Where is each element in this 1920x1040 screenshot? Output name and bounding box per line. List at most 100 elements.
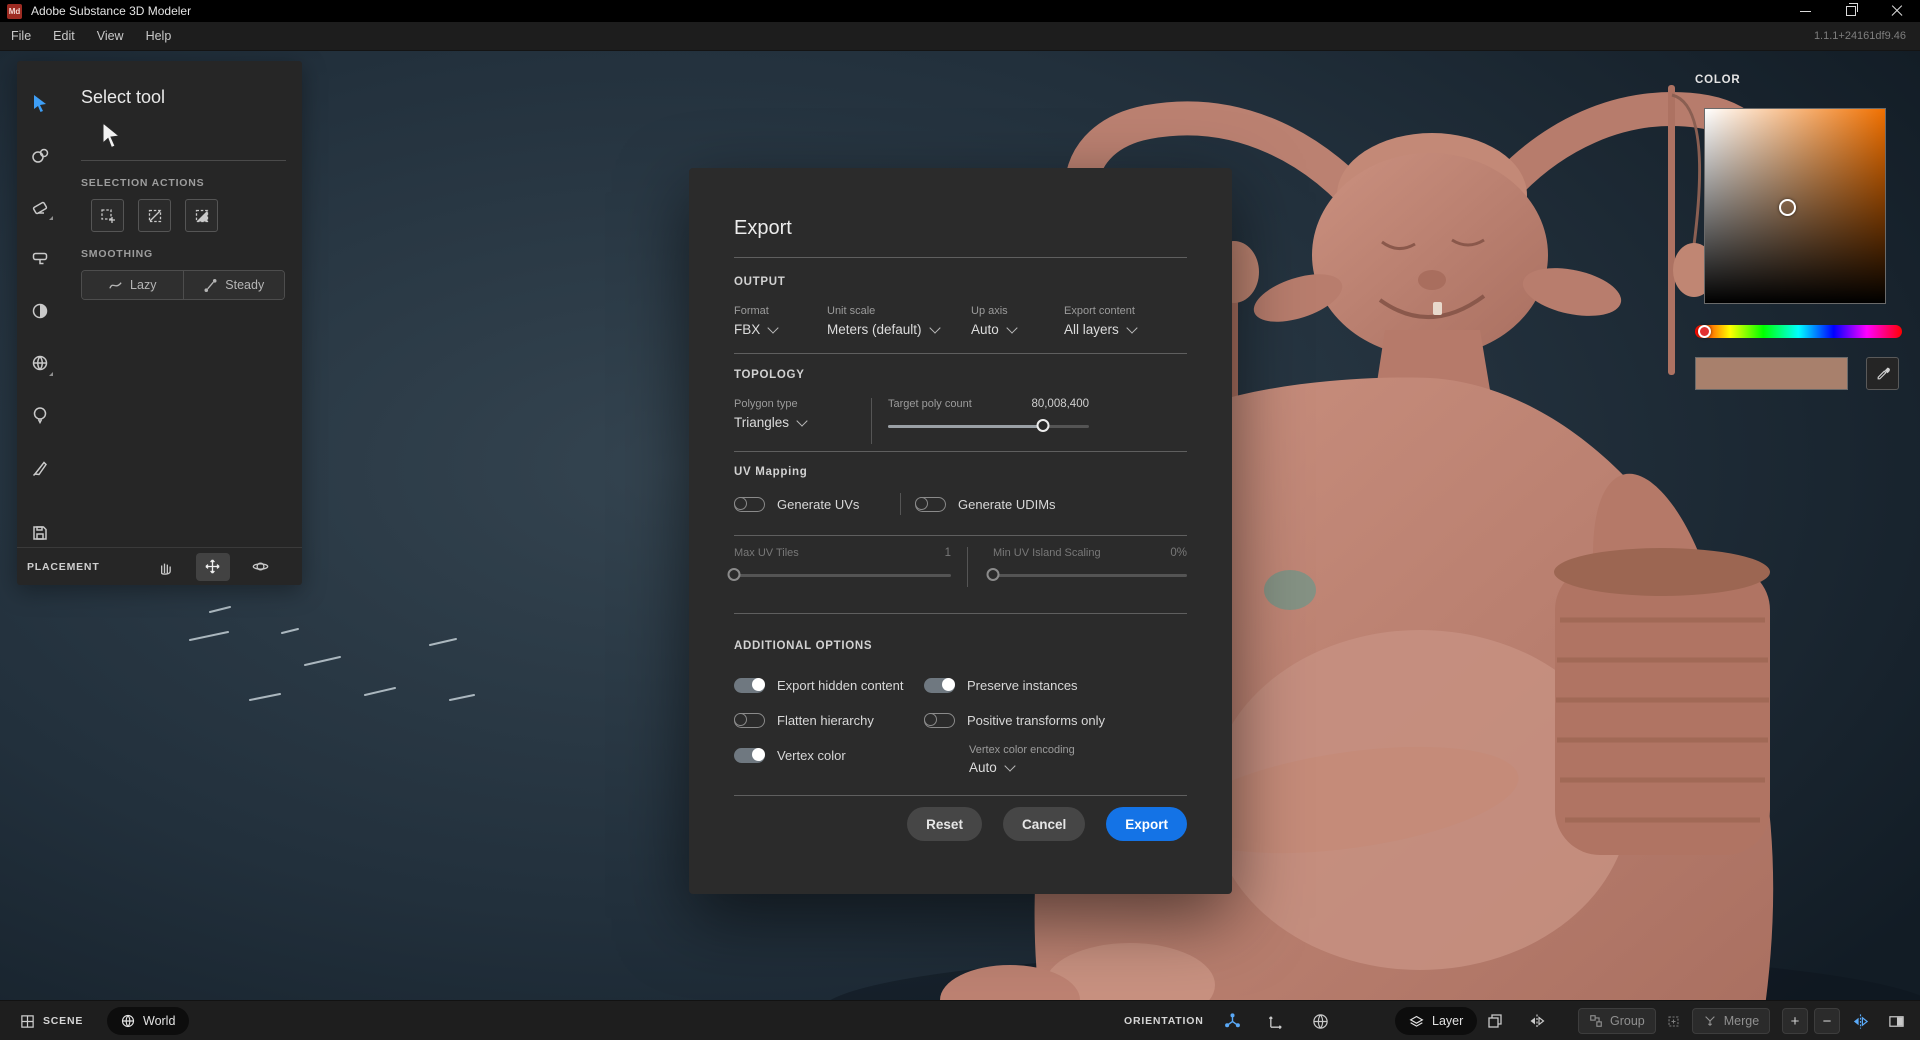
merge-button[interactable]: Merge — [1692, 1008, 1770, 1034]
chevron-down-icon — [1126, 322, 1137, 333]
status-bar: SCENE World ORIENTATION Layer — [0, 1000, 1920, 1040]
up-axis-dropdown[interactable]: Up axis Auto — [971, 305, 1064, 338]
vertex-color-encoding-dropdown[interactable]: Vertex color encoding Auto — [969, 744, 1187, 775]
vertical-divider — [900, 493, 901, 515]
vertex-color-toggle[interactable]: Vertex color — [734, 744, 924, 766]
selection-actions-label: SELECTION ACTIONS — [81, 177, 286, 189]
generate-uvs-toggle[interactable]: Generate UVs — [734, 497, 900, 512]
world-group: World — [107, 1001, 189, 1040]
toggle-switch[interactable] — [734, 497, 765, 512]
flatten-hierarchy-toggle[interactable]: Flatten hierarchy — [734, 709, 924, 731]
orientation-gizmo-button[interactable] — [1218, 1006, 1248, 1036]
tool-rail — [17, 61, 63, 585]
clay-tool-button[interactable] — [22, 137, 58, 173]
layer-button[interactable]: Layer — [1395, 1007, 1477, 1035]
symmetry-button[interactable] — [1846, 1006, 1874, 1036]
orientation-move-button[interactable] — [1262, 1006, 1292, 1036]
placement-bar: PLACEMENT — [17, 547, 302, 585]
reset-button[interactable]: Reset — [907, 807, 982, 841]
flatten-tool-icon — [30, 249, 50, 269]
duplicate-button[interactable] — [1480, 1006, 1510, 1036]
divider — [734, 535, 1187, 536]
eyedropper-icon — [1875, 366, 1891, 382]
world-button[interactable]: World — [107, 1007, 189, 1035]
orientation-world-button[interactable] — [1306, 1006, 1336, 1036]
selection-actions — [91, 199, 286, 232]
tool-options: Select tool SELECTION ACTIONS SMOOTHING — [81, 61, 286, 300]
move-icon — [204, 558, 221, 575]
invert-selection-icon — [194, 208, 210, 224]
menu-file[interactable]: File — [0, 22, 42, 51]
current-color-swatch[interactable] — [1695, 357, 1848, 390]
slider-handle[interactable] — [1036, 419, 1049, 432]
paint-tool-button[interactable] — [22, 449, 58, 485]
crease-tool-button[interactable] — [22, 293, 58, 329]
cancel-button[interactable]: Cancel — [1003, 807, 1085, 841]
invert-selection-button[interactable] — [185, 199, 218, 232]
texture-tool-icon — [30, 353, 50, 373]
slider-handle — [728, 568, 741, 581]
positive-transforms-only-toggle[interactable]: Positive transforms only — [924, 709, 1187, 731]
close-button[interactable] — [1874, 0, 1920, 22]
hand-mode-button[interactable] — [148, 553, 182, 581]
generate-udims-toggle[interactable]: Generate UDIMs — [915, 497, 1056, 512]
unit-scale-dropdown[interactable]: Unit scale Meters (default) — [827, 305, 971, 338]
flatten-tool-button[interactable] — [22, 241, 58, 277]
select-tool-button[interactable] — [22, 85, 58, 121]
toggle-switch[interactable] — [734, 713, 765, 728]
hue-slider-handle[interactable] — [1698, 325, 1711, 338]
scene-label: SCENE — [43, 1015, 83, 1027]
texture-tool-button[interactable] — [22, 345, 58, 381]
group-button[interactable]: Group — [1578, 1008, 1656, 1034]
move-mode-button[interactable] — [196, 553, 230, 581]
zoom-out-button[interactable]: − — [1814, 1008, 1840, 1034]
toggle-switch[interactable] — [734, 678, 765, 693]
select-all-button[interactable] — [91, 199, 124, 232]
app-icon: Md — [7, 4, 22, 19]
menu-view[interactable]: View — [86, 22, 135, 51]
eyedropper-button[interactable] — [1866, 357, 1899, 390]
toggle-switch[interactable] — [924, 678, 955, 693]
restore-button[interactable] — [1828, 0, 1874, 22]
mirror-button[interactable] — [1522, 1006, 1552, 1036]
toggle-switch[interactable] — [924, 713, 955, 728]
deselect-button[interactable] — [138, 199, 171, 232]
export-content-dropdown[interactable]: Export content All layers — [1064, 305, 1187, 338]
layers-icon — [1409, 1014, 1424, 1029]
smoothing-lazy-button[interactable]: Lazy — [82, 271, 183, 299]
format-dropdown[interactable]: Format FBX — [734, 305, 827, 338]
export-dialog: Export OUTPUT Format FBX Unit scale Mete… — [689, 168, 1232, 894]
chevron-down-icon — [796, 415, 807, 426]
menu-edit[interactable]: Edit — [42, 22, 86, 51]
max-uv-tiles-value: 1 — [945, 547, 951, 559]
divider — [734, 613, 1187, 614]
export-button[interactable]: Export — [1106, 807, 1187, 841]
group-merge-group: Group Merge — [1578, 1001, 1798, 1040]
save-button[interactable] — [22, 515, 58, 551]
export-hidden-content-toggle[interactable]: Export hidden content — [734, 674, 924, 696]
chevron-down-icon — [1004, 760, 1015, 771]
select-tool-icon — [30, 93, 50, 113]
saturation-value-picker[interactable] — [1704, 108, 1886, 304]
placement-label: PLACEMENT — [27, 561, 100, 573]
inflate-tool-button[interactable] — [22, 397, 58, 433]
orbit-mode-button[interactable] — [244, 553, 278, 581]
chevron-down-icon — [1006, 322, 1017, 333]
polygon-type-dropdown[interactable]: Polygon type Triangles — [734, 398, 871, 444]
eraser-tool-button[interactable] — [22, 189, 58, 225]
orientation-group: ORIENTATION — [1124, 1001, 1336, 1040]
paint-tool-icon — [30, 457, 50, 477]
minimize-button[interactable] — [1782, 0, 1828, 22]
preserve-instances-toggle[interactable]: Preserve instances — [924, 674, 1187, 696]
zoom-in-button[interactable]: + — [1782, 1008, 1808, 1034]
placement-modes — [148, 553, 278, 581]
smoothing-steady-button[interactable]: Steady — [183, 271, 285, 299]
toggle-switch[interactable] — [915, 497, 946, 512]
group-options-button[interactable] — [1664, 1006, 1684, 1036]
toggle-switch[interactable] — [734, 748, 765, 763]
hue-slider[interactable] — [1695, 325, 1902, 338]
color-picker-cursor[interactable] — [1779, 199, 1796, 216]
menu-help[interactable]: Help — [135, 22, 183, 51]
target-poly-count-slider[interactable] — [888, 419, 1089, 433]
split-view-button[interactable] — [1882, 1006, 1910, 1036]
